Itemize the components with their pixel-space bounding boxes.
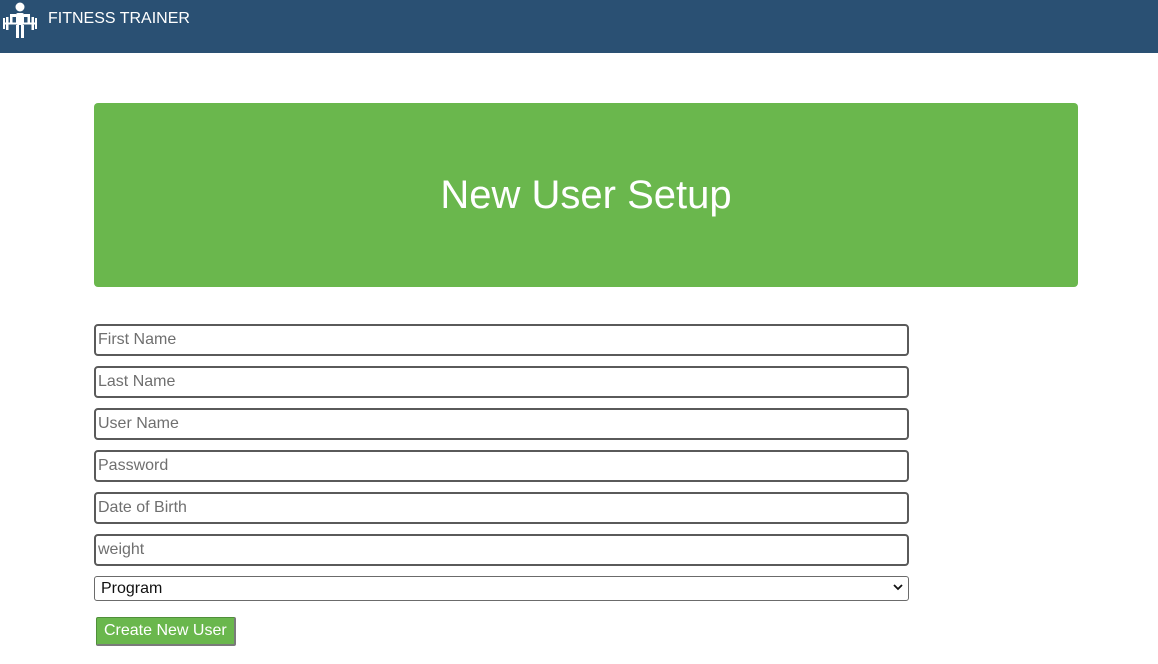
program-select-wrapper: Program [94,576,909,601]
new-user-form: Program [94,324,909,601]
date-of-birth-input[interactable] [94,492,909,524]
brand-title[interactable]: FITNESS TRAINER [48,10,190,28]
password-input[interactable] [94,450,909,482]
weight-input[interactable] [94,534,909,566]
page-header-banner: New User Setup [94,103,1078,287]
user-name-input[interactable] [94,408,909,440]
page-title: New User Setup [440,172,732,217]
last-name-input[interactable] [94,366,909,398]
top-navbar: FITNESS TRAINER [0,0,1158,53]
program-select[interactable]: Program [94,576,909,601]
weightlifter-icon[interactable] [1,1,39,39]
create-new-user-button[interactable]: Create New User [96,617,236,646]
first-name-input[interactable] [94,324,909,356]
